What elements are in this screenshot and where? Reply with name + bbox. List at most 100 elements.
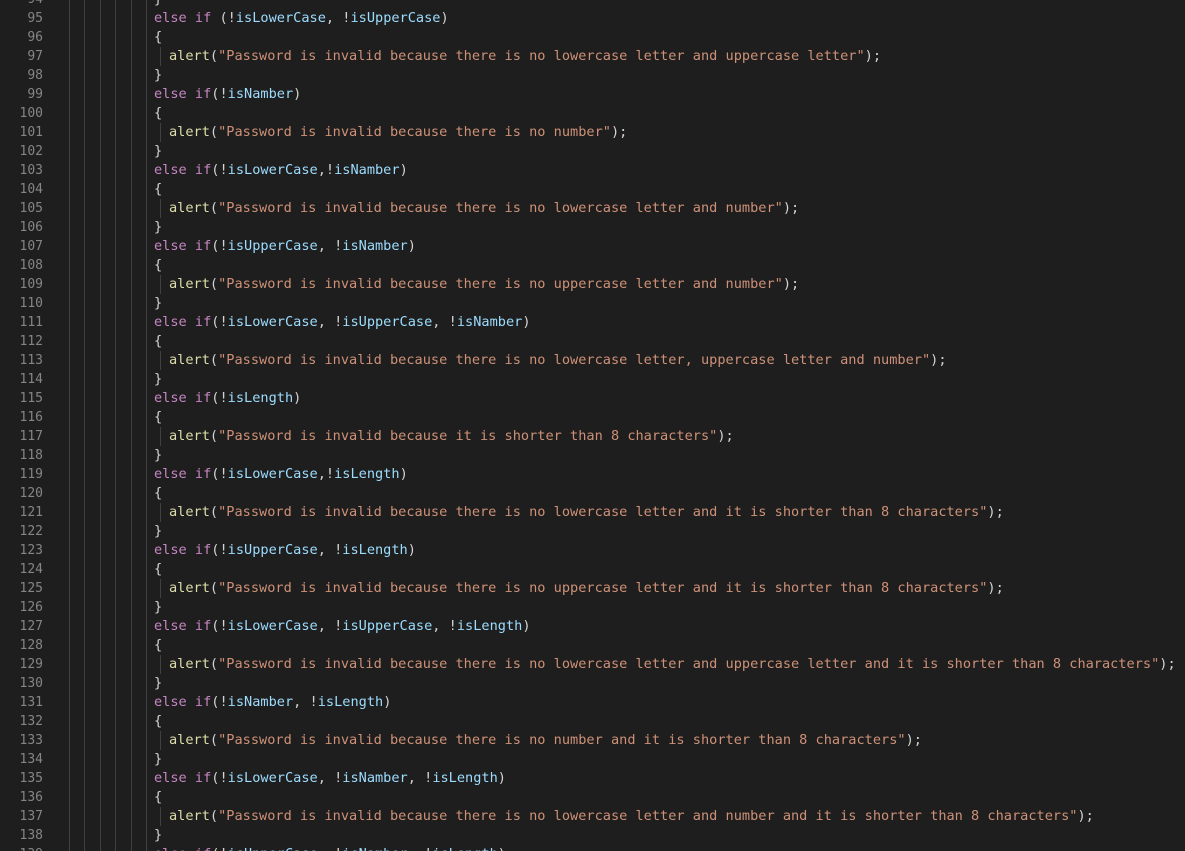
code-line[interactable]: 138}: [0, 826, 1185, 845]
code-line[interactable]: 121 alert("Password is invalid because th…: [0, 503, 1185, 522]
code-line[interactable]: 123 else if(!isUpperCase, !isLength): [0, 541, 1185, 560]
indent-guide: [69, 218, 70, 237]
code-line[interactable]: 102}: [0, 142, 1185, 161]
code-line[interactable]: 134}: [0, 750, 1185, 769]
indent-guides: [0, 693, 170, 712]
indent-guide: [84, 674, 85, 693]
code-line[interactable]: 127 else if(!isLowerCase, !isUpperCase, !…: [0, 617, 1185, 636]
code-line[interactable]: 108{: [0, 256, 1185, 275]
code-line[interactable]: 124{: [0, 560, 1185, 579]
code-line[interactable]: 118}: [0, 446, 1185, 465]
code-token: isNamber: [334, 162, 400, 178]
indent-guides: [0, 351, 170, 370]
code-token: }: [154, 219, 163, 235]
code-line[interactable]: 139else if(!isUpperCase, !isNamber, !isL…: [0, 845, 1185, 851]
code-line[interactable]: 131 else if(!isNamber, !isLength): [0, 693, 1185, 712]
code-line[interactable]: 133 alert("Password is invalid because th…: [0, 731, 1185, 750]
indent-guides: [0, 541, 170, 560]
indent-guide: [84, 598, 85, 617]
code-line[interactable]: 101 alert("Password is invalid because th…: [0, 123, 1185, 142]
code-token: , !: [317, 314, 343, 330]
indent-guide: [115, 161, 116, 180]
indent-guide: [131, 47, 132, 66]
code-line[interactable]: 130}: [0, 674, 1185, 693]
indent-guide: [146, 161, 147, 180]
code-token: {: [154, 637, 163, 653]
indent-guide: [84, 142, 85, 161]
code-token: (: [209, 656, 219, 672]
code-token: isLowerCase: [235, 10, 326, 26]
indent-guide: [100, 674, 101, 693]
code-line[interactable]: 125 alert("Password is invalid because th…: [0, 579, 1185, 598]
code-line[interactable]: 106}: [0, 218, 1185, 237]
code-token: {: [154, 485, 163, 501]
code-line[interactable]: 129 alert("Password is invalid because th…: [0, 655, 1185, 674]
code-line[interactable]: 109 alert("Password is invalid because th…: [0, 275, 1185, 294]
indent-guide: [100, 807, 101, 826]
code-text: }: [154, 750, 162, 769]
indent-guide: [115, 351, 116, 370]
code-line[interactable]: 116{: [0, 408, 1185, 427]
code-line[interactable]: 119 else if(!isLowerCase,!isLength): [0, 465, 1185, 484]
code-token: "Password is invalid because there is no…: [218, 200, 783, 216]
code-token: "Password is invalid because there is no…: [218, 276, 783, 292]
indent-guide: [146, 465, 147, 484]
code-line[interactable]: 105 alert("Password is invalid because th…: [0, 199, 1185, 218]
code-text: {: [154, 788, 162, 807]
code-line[interactable]: 117 alert("Password is invalid because it…: [0, 427, 1185, 446]
code-line[interactable]: 126}: [0, 598, 1185, 617]
indent-guide: [146, 218, 147, 237]
code-token: }: [154, 523, 163, 539]
code-line[interactable]: 110}: [0, 294, 1185, 313]
code-line[interactable]: 94}: [0, 0, 1185, 9]
code-line[interactable]: 112{: [0, 332, 1185, 351]
code-line[interactable]: 136{: [0, 788, 1185, 807]
code-line[interactable]: 114}: [0, 370, 1185, 389]
code-line[interactable]: 97 alert("Password is invalid because the…: [0, 47, 1185, 66]
code-line[interactable]: 113 alert("Password is invalid because th…: [0, 351, 1185, 370]
indent-guide: [115, 655, 116, 674]
code-text: else if(!isNamber, !isLength): [154, 693, 391, 712]
indent-guide: [100, 560, 101, 579]
code-line[interactable]: 99 else if(!isNamber): [0, 85, 1185, 104]
code-line[interactable]: 96{: [0, 28, 1185, 47]
code-line[interactable]: 137 alert("Password is invalid because th…: [0, 807, 1185, 826]
code-line[interactable]: 122}: [0, 522, 1185, 541]
indent-guide: [115, 408, 116, 427]
code-token: {: [154, 333, 163, 349]
code-line[interactable]: 115 else if(!isLength): [0, 389, 1185, 408]
code-token: );: [864, 48, 882, 64]
indent-guide: [84, 199, 85, 218]
code-token: ): [293, 86, 302, 102]
code-line[interactable]: 95 else if (!isLowerCase, !isUpperCase): [0, 9, 1185, 28]
indent-guide: [146, 750, 147, 769]
code-line[interactable]: 135 else if(!isLowerCase, !isNamber, !isL…: [0, 769, 1185, 788]
code-line[interactable]: 111 else if(!isLowerCase, !isUpperCase, !…: [0, 313, 1185, 332]
code-text: alert("Password is invalid because there…: [169, 807, 1094, 826]
code-line[interactable]: 128{: [0, 636, 1185, 655]
indent-guide: [69, 66, 70, 85]
indent-guide: [115, 294, 116, 313]
indent-guide: [131, 123, 132, 142]
code-line[interactable]: 132{: [0, 712, 1185, 731]
code-line[interactable]: 107 else if(!isUpperCase, !isNamber): [0, 237, 1185, 256]
indent-guide: [160, 807, 161, 826]
code-line[interactable]: 104{: [0, 180, 1185, 199]
indent-guides: [0, 522, 170, 541]
indent-guides: [0, 484, 170, 503]
code-token: isUpperCase: [342, 618, 433, 634]
code-token: (: [209, 580, 219, 596]
indent-guides: [0, 655, 170, 674]
code-line[interactable]: 100{: [0, 104, 1185, 123]
indent-guide: [131, 446, 132, 465]
code-token: }: [154, 599, 163, 615]
code-token: }: [154, 67, 163, 83]
code-token: isLowerCase: [227, 162, 318, 178]
code-line[interactable]: 120{: [0, 484, 1185, 503]
code-editor[interactable]: 94}95else if (!isLowerCase, !isUpperCase…: [0, 0, 1185, 851]
code-line[interactable]: 103 else if(!isLowerCase,!isNamber): [0, 161, 1185, 180]
indent-guide: [131, 351, 132, 370]
code-text: {: [154, 484, 162, 503]
indent-guide: [84, 522, 85, 541]
code-line[interactable]: 98}: [0, 66, 1185, 85]
